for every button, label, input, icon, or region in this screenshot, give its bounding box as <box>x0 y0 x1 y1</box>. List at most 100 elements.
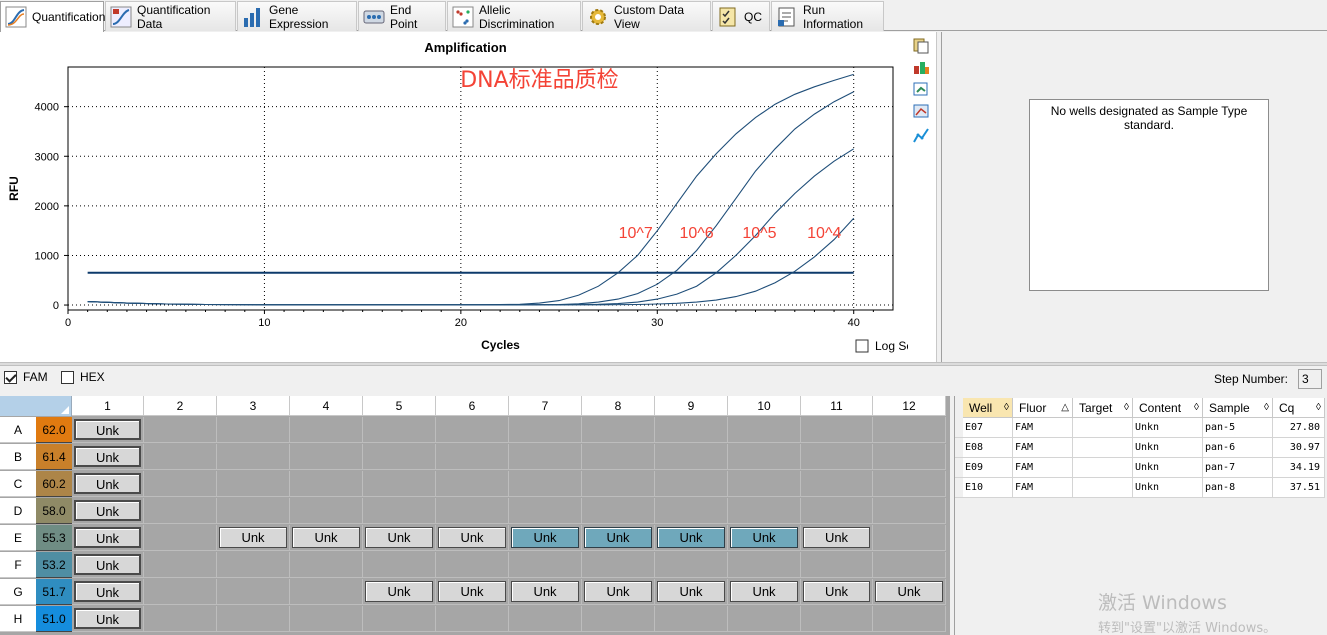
chart-settings-icon[interactable] <box>912 126 930 144</box>
table-cell-fluor[interactable]: FAM <box>1013 438 1073 458</box>
plate-cell[interactable] <box>290 606 363 632</box>
table-cell-content[interactable]: Unkn <box>1133 458 1203 478</box>
tab-end-point[interactable]: End Point <box>358 1 446 31</box>
tab-quantification-data[interactable]: Quantification Data <box>105 1 236 31</box>
plate-row-header[interactable]: E <box>0 525 36 551</box>
plate-cell[interactable] <box>436 606 509 632</box>
plate-cell[interactable] <box>290 552 363 578</box>
column-header-fluor[interactable]: Fluor △ <box>1013 398 1073 418</box>
tab-quantification[interactable]: Quantification <box>0 1 105 32</box>
well-G7[interactable]: Unk <box>511 581 579 602</box>
plate-column-header[interactable]: 3 <box>217 396 290 416</box>
plate-cell[interactable] <box>873 444 946 470</box>
plate-column-header[interactable]: 6 <box>436 396 509 416</box>
plate-cell[interactable] <box>801 444 873 470</box>
well-G5[interactable]: Unk <box>365 581 433 602</box>
plate-cell[interactable] <box>436 444 509 470</box>
plate-cell[interactable]: Unk <box>363 579 436 605</box>
sort-icon[interactable]: ◊ <box>1194 398 1199 418</box>
plate-cell[interactable] <box>144 525 217 551</box>
plate-column-header[interactable]: 4 <box>290 396 363 416</box>
well-G1[interactable]: Unk <box>74 581 141 602</box>
plate-cell[interactable] <box>801 417 873 443</box>
plate-row-header[interactable]: C <box>0 471 36 497</box>
plate-cell[interactable] <box>290 471 363 497</box>
plate-cell[interactable] <box>655 498 728 524</box>
row-selector[interactable] <box>955 478 963 498</box>
hex-checkbox[interactable]: HEX <box>61 370 105 384</box>
plate-cell[interactable] <box>582 471 655 497</box>
plate-cell[interactable] <box>655 552 728 578</box>
plate-cell[interactable]: Unk <box>290 525 363 551</box>
well-G9[interactable]: Unk <box>657 581 725 602</box>
plate-column-header[interactable]: 1 <box>72 396 144 416</box>
plate-cell[interactable] <box>801 552 873 578</box>
tab-qc[interactable]: QC <box>712 1 770 31</box>
plate-cell[interactable] <box>728 498 801 524</box>
row-selector[interactable] <box>955 458 963 478</box>
plate-cell[interactable] <box>655 444 728 470</box>
zoom-icon[interactable] <box>912 103 930 121</box>
plate-cell[interactable]: Unk <box>72 525 144 551</box>
well-D1[interactable]: Unk <box>74 500 141 521</box>
plate-cell[interactable] <box>655 471 728 497</box>
plate-cell[interactable]: Unk <box>72 471 144 497</box>
table-cell-well[interactable]: E08 <box>963 438 1013 458</box>
plate-cell[interactable] <box>873 606 946 632</box>
plate-cell[interactable] <box>728 606 801 632</box>
plate-cell[interactable] <box>801 471 873 497</box>
plate-column-header[interactable]: 10 <box>728 396 801 416</box>
plate-cell[interactable] <box>655 417 728 443</box>
export-icon[interactable] <box>912 57 930 75</box>
log-scale-checkbox[interactable] <box>855 339 869 353</box>
plate-cell[interactable] <box>363 498 436 524</box>
plate-cell[interactable] <box>873 471 946 497</box>
plate-cell[interactable] <box>144 552 217 578</box>
plate-cell[interactable] <box>436 417 509 443</box>
tab-gene-expression[interactable]: Gene Expression <box>237 1 357 31</box>
table-cell-target[interactable] <box>1073 458 1133 478</box>
plate-row-header[interactable]: F <box>0 552 36 578</box>
well-G6[interactable]: Unk <box>438 581 506 602</box>
plate-cell[interactable]: Unk <box>873 579 946 605</box>
plate-cell[interactable] <box>655 606 728 632</box>
plate-cell[interactable] <box>363 471 436 497</box>
plate-cell[interactable]: Unk <box>72 417 144 443</box>
plate-cell[interactable] <box>363 417 436 443</box>
table-cell-content[interactable]: Unkn <box>1133 418 1203 438</box>
plate-row-header[interactable]: H <box>0 606 36 632</box>
table-cell-fluor[interactable]: FAM <box>1013 458 1073 478</box>
plate-cell[interactable]: Unk <box>72 606 144 632</box>
sort-icon[interactable]: ◊ <box>1004 398 1009 418</box>
plate-cell[interactable] <box>873 525 946 551</box>
plate-cell[interactable] <box>363 444 436 470</box>
table-cell-cq[interactable]: 37.51 <box>1273 478 1325 498</box>
column-header-sample[interactable]: Sample ◊ <box>1203 398 1273 418</box>
table-cell-sample[interactable]: pan-6 <box>1203 438 1273 458</box>
well-A1[interactable]: Unk <box>74 419 141 440</box>
plate-row-header[interactable]: G <box>0 579 36 605</box>
well-G11[interactable]: Unk <box>803 581 870 602</box>
plate-cell[interactable] <box>582 606 655 632</box>
plate-cell[interactable]: Unk <box>509 579 582 605</box>
table-cell-well[interactable]: E09 <box>963 458 1013 478</box>
tab-run-information[interactable]: Run Information <box>771 1 884 31</box>
plate-cell[interactable]: Unk <box>72 444 144 470</box>
plate-column-header[interactable]: 12 <box>873 396 946 416</box>
well-F1[interactable]: Unk <box>74 554 141 575</box>
plate-cell[interactable] <box>728 552 801 578</box>
plate-cell[interactable]: Unk <box>509 525 582 551</box>
plate-cell[interactable] <box>217 606 290 632</box>
well-G8[interactable]: Unk <box>584 581 652 602</box>
fam-checkbox-box[interactable] <box>4 370 17 384</box>
plate-cell[interactable] <box>509 471 582 497</box>
column-header-content[interactable]: Content ◊ <box>1133 398 1203 418</box>
plate-cell[interactable]: Unk <box>655 579 728 605</box>
plate-cell[interactable] <box>144 471 217 497</box>
plate-cell[interactable] <box>217 579 290 605</box>
sort-icon[interactable]: ◊ <box>1316 398 1321 418</box>
plate-cell[interactable]: Unk <box>72 498 144 524</box>
plate-cell[interactable] <box>509 606 582 632</box>
table-cell-well[interactable]: E07 <box>963 418 1013 438</box>
well-H1[interactable]: Unk <box>74 608 141 629</box>
